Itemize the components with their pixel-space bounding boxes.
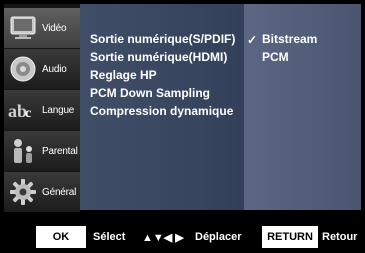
sidebar-item-label: Audio <box>42 63 67 75</box>
menu-item-compression[interactable]: Compression dynamique <box>90 104 233 118</box>
arrow-keys-icon: ▲▼◀ ▶ <box>142 231 184 244</box>
svg-text:c: c <box>25 106 31 121</box>
sidebar-item-label: Vidéo <box>42 22 67 34</box>
options-panel: ✓ Bitstream PCM <box>244 4 361 210</box>
sidebar-item-audio[interactable]: Audio <box>4 49 80 89</box>
option-bitstream[interactable]: Bitstream <box>262 32 317 46</box>
return-label: Retour <box>322 231 358 243</box>
ok-key[interactable]: OK <box>36 226 86 248</box>
sidebar-item-label: Général <box>42 186 77 198</box>
sidebar-item-label: Langue <box>42 104 75 116</box>
move-label: Déplacer <box>195 231 242 243</box>
option-pcm[interactable]: PCM <box>262 50 289 64</box>
sidebar-item-label: Parental <box>42 145 78 157</box>
family-icon <box>8 136 38 166</box>
checkmark-icon: ✓ <box>247 33 258 47</box>
category-sidebar: Vidéo Audio ab c Langue Parental Général <box>4 4 80 212</box>
menu-item-hdmi[interactable]: Sortie numérique(HDMI) <box>90 50 227 64</box>
tv-icon <box>8 13 38 43</box>
menu-item-pcm-down-sampling[interactable]: PCM Down Sampling <box>90 86 210 100</box>
menu-item-spdif[interactable]: Sortie numérique(S/PDIF) <box>90 32 235 46</box>
return-key[interactable]: RETURN <box>262 226 318 248</box>
sidebar-item-langue[interactable]: ab c Langue <box>4 90 80 130</box>
sidebar-item-video[interactable]: Vidéo <box>4 8 80 48</box>
sidebar-item-parental[interactable]: Parental <box>4 131 80 171</box>
footer-bar: OK Sélect ▲▼◀ ▶ Déplacer RETURN Retour <box>0 224 365 250</box>
speaker-icon <box>8 54 38 84</box>
select-label: Sélect <box>93 231 126 243</box>
settings-list: Sortie numérique(S/PDIF) Sortie numériqu… <box>80 4 244 210</box>
language-icon: ab c <box>8 95 38 125</box>
menu-item-reglage-hp[interactable]: Reglage HP <box>90 68 157 82</box>
gear-icon <box>8 177 38 207</box>
sidebar-item-general[interactable]: Général <box>4 172 80 212</box>
